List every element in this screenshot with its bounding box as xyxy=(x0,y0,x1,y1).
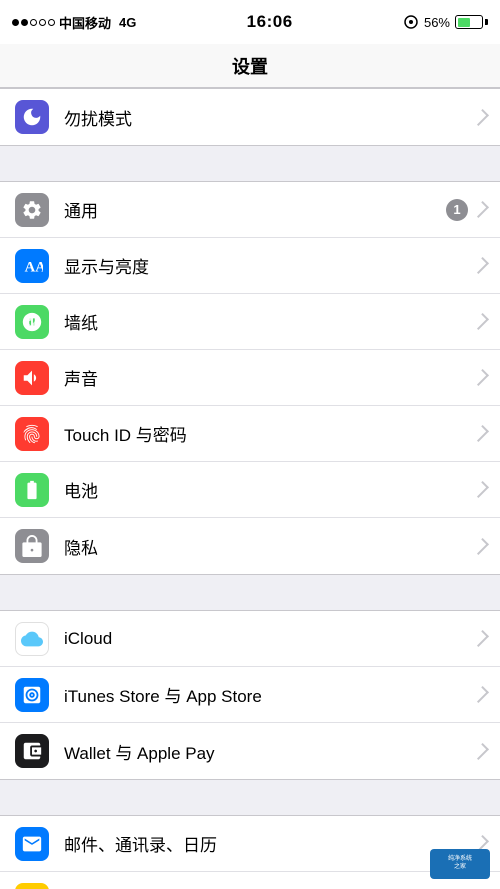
icloud-label: iCloud xyxy=(64,629,476,649)
battery-percent-label: 56% xyxy=(424,15,450,30)
wallet-icon xyxy=(15,734,49,768)
itunes-label: iTunes Store 与 App Store xyxy=(64,682,476,707)
sounds-icon xyxy=(15,361,49,395)
svg-text:AA: AA xyxy=(25,259,43,275)
section-dnd: 勿扰模式 xyxy=(0,88,500,146)
settings-item-display[interactable]: AA 显示与亮度 xyxy=(0,238,500,294)
battery-icon xyxy=(455,15,488,29)
settings-item-itunes[interactable]: iTunes Store 与 App Store xyxy=(0,667,500,723)
settings-item-mail[interactable]: 邮件、通讯录、日历 xyxy=(0,816,500,872)
display-label: 显示与亮度 xyxy=(64,253,476,278)
notes-icon xyxy=(15,883,49,889)
general-label: 通用 xyxy=(64,197,446,222)
nav-bar: 设置 xyxy=(0,44,500,88)
section-accounts: iCloud iTunes Store 与 App Store xyxy=(0,610,500,780)
nav-title: 设置 xyxy=(232,53,268,79)
watermark: 纯净系统之家 xyxy=(430,849,490,879)
mail-label: 邮件、通讯录、日历 xyxy=(64,831,476,856)
icloud-icon xyxy=(15,622,49,656)
network-type-label: 4G xyxy=(119,15,136,30)
settings-item-icloud[interactable]: iCloud xyxy=(0,611,500,667)
status-bar: 中国移动 4G 16:06 56% xyxy=(0,0,500,44)
itunes-icon xyxy=(15,678,49,712)
settings-item-battery[interactable]: 电池 xyxy=(0,462,500,518)
general-icon xyxy=(15,193,49,227)
display-icon: AA xyxy=(15,249,49,283)
chevron-icon xyxy=(472,201,489,218)
section-system: 通用 1 AA 显示与亮度 xyxy=(0,181,500,575)
dnd-icon xyxy=(15,100,49,134)
settings-item-sounds[interactable]: 声音 xyxy=(0,350,500,406)
battery-setting-icon xyxy=(15,473,49,507)
settings-item-privacy[interactable]: 隐私 xyxy=(0,518,500,574)
location-icon xyxy=(403,14,419,30)
battery-label: 电池 xyxy=(64,477,476,502)
dnd-label: 勿扰模式 xyxy=(64,105,476,130)
settings-item-notes[interactable]: 备忘录 xyxy=(0,872,500,889)
mail-icon xyxy=(15,827,49,861)
wallpaper-label: 墙纸 xyxy=(64,309,476,334)
settings-item-touchid[interactable]: Touch ID 与密码 xyxy=(0,406,500,462)
time-label: 16:06 xyxy=(247,12,293,31)
carrier-label: 中国移动 xyxy=(59,13,111,32)
settings-container[interactable]: 勿扰模式 通用 1 xyxy=(0,88,500,889)
section-apps: 邮件、通讯录、日历 备忘录 xyxy=(0,815,500,889)
sounds-label: 声音 xyxy=(64,365,476,390)
privacy-icon xyxy=(15,529,49,563)
touchid-icon xyxy=(15,417,49,451)
settings-item-general[interactable]: 通用 1 xyxy=(0,182,500,238)
touchid-label: Touch ID 与密码 xyxy=(64,421,476,446)
wallpaper-icon xyxy=(15,305,49,339)
privacy-label: 隐私 xyxy=(64,534,476,559)
settings-item-wallet[interactable]: Wallet 与 Apple Pay xyxy=(0,723,500,779)
settings-item-dnd[interactable]: 勿扰模式 xyxy=(0,89,500,145)
general-badge: 1 xyxy=(446,199,468,221)
wallet-label: Wallet 与 Apple Pay xyxy=(64,739,476,764)
settings-item-wallpaper[interactable]: 墙纸 xyxy=(0,294,500,350)
